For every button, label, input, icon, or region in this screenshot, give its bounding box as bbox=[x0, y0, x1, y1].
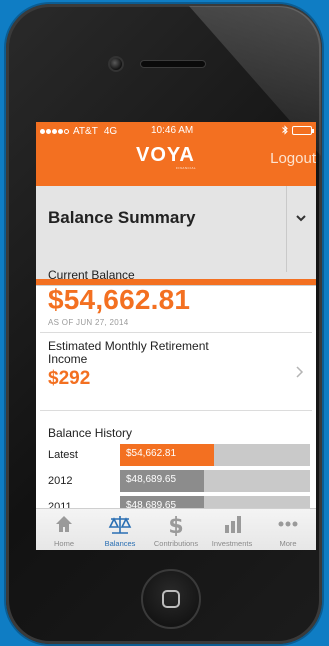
section-divider bbox=[40, 332, 312, 333]
section-divider bbox=[40, 410, 312, 411]
history-value: $48,689.65 bbox=[126, 474, 177, 485]
home-button[interactable] bbox=[141, 569, 201, 629]
tab-bar: Home Balances $ Contributions Investment… bbox=[36, 508, 316, 550]
earpiece-speaker bbox=[140, 60, 206, 68]
bluetooth-icon bbox=[282, 125, 288, 135]
home-icon bbox=[56, 516, 72, 532]
tab-label: Balances bbox=[104, 539, 136, 548]
dollar-icon: $ bbox=[168, 514, 183, 536]
battery-icon bbox=[292, 125, 314, 135]
status-right bbox=[282, 125, 314, 135]
voya-logo-sub: FINANCIAL bbox=[176, 166, 197, 170]
estimated-income-row[interactable]: Estimated Monthly Retirement Income $292 bbox=[36, 340, 316, 390]
home-button-square-icon bbox=[162, 590, 180, 608]
current-balance-section: Current Balance $54,662.81 AS OF JUN 27,… bbox=[36, 268, 316, 327]
history-year: Latest bbox=[48, 449, 78, 461]
history-value: $54,662.81 bbox=[126, 448, 177, 459]
network-type: 4G bbox=[103, 125, 118, 137]
carrier-info: AT&T 4G bbox=[40, 126, 117, 137]
as-of-date: AS OF JUN 27, 2014 bbox=[48, 318, 129, 327]
history-row: 2012 $48,689.65 bbox=[48, 470, 312, 494]
history-bar-track: $54,662.81 bbox=[120, 444, 310, 466]
page-title: Balance Summary bbox=[48, 208, 196, 227]
voya-logo: VOYA bbox=[136, 144, 195, 166]
carrier-name: AT&T bbox=[73, 125, 98, 137]
chevron-down-icon[interactable] bbox=[295, 212, 307, 224]
history-row: Latest $54,662.81 bbox=[48, 444, 312, 468]
more-dots-icon bbox=[278, 521, 298, 527]
front-camera bbox=[108, 56, 124, 72]
status-time: 10:46 AM bbox=[151, 125, 194, 136]
app-screen: AT&T 4G 10:46 AM VOYA FINANCIAL Logout B… bbox=[36, 122, 316, 550]
tab-balances[interactable]: Balances bbox=[92, 509, 148, 550]
logout-button[interactable]: Logout bbox=[270, 150, 316, 167]
app-header: AT&T 4G 10:46 AM VOYA FINANCIAL Logout bbox=[36, 122, 316, 186]
bar-chart-icon bbox=[225, 516, 241, 533]
tab-label: Home bbox=[53, 539, 74, 548]
status-bar: AT&T 4G 10:46 AM bbox=[36, 122, 316, 140]
estimated-income-label: Estimated Monthly Retirement Income bbox=[48, 339, 209, 366]
tab-home[interactable]: Home bbox=[36, 509, 92, 550]
estimated-income-amount: $292 bbox=[48, 368, 91, 389]
signal-icon bbox=[40, 128, 69, 134]
balance-history-section: Balance History bbox=[36, 426, 316, 440]
history-year: 2012 bbox=[48, 475, 73, 487]
tab-label: Investments bbox=[211, 539, 253, 548]
current-balance-amount: $54,662.81 bbox=[48, 284, 191, 315]
history-bar-track: $48,689.65 bbox=[120, 470, 310, 492]
tab-label: More bbox=[279, 539, 297, 548]
balance-history-title: Balance History bbox=[48, 426, 133, 440]
tab-label: Contributions bbox=[153, 539, 199, 548]
tab-investments[interactable]: Investments bbox=[204, 509, 260, 550]
chevron-right-icon bbox=[296, 366, 304, 378]
phone-frame: AT&T 4G 10:46 AM VOYA FINANCIAL Logout B… bbox=[6, 4, 322, 644]
current-balance-label: Current Balance bbox=[48, 268, 135, 282]
tab-more[interactable]: More bbox=[260, 509, 316, 550]
dropdown-divider bbox=[286, 186, 287, 272]
tab-contributions[interactable]: $ Contributions bbox=[148, 509, 204, 550]
scale-icon bbox=[108, 516, 132, 534]
svg-text:$: $ bbox=[168, 514, 183, 536]
